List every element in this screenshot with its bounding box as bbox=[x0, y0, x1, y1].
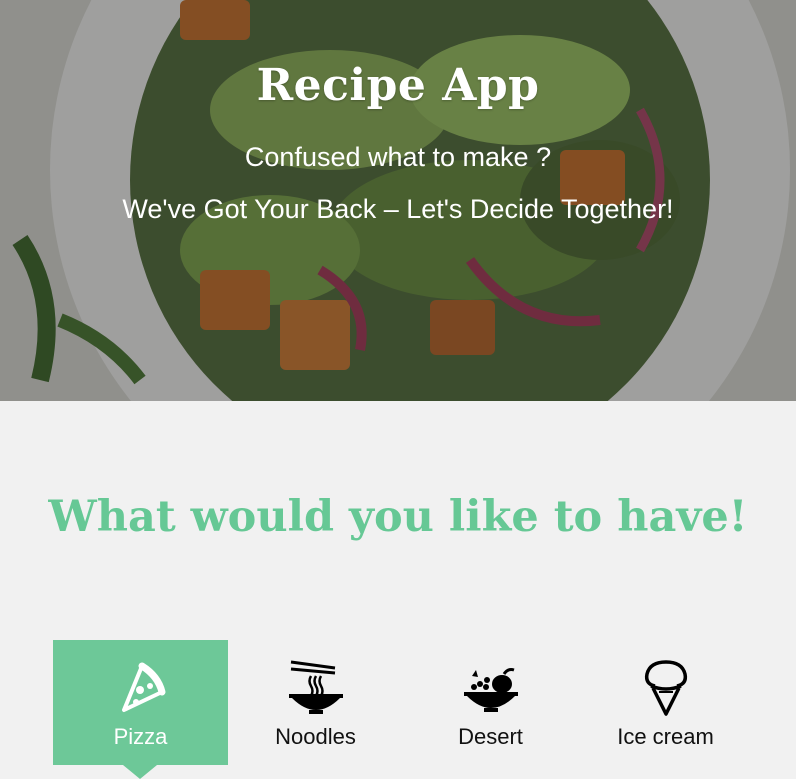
app-title: Recipe App bbox=[256, 60, 540, 111]
pizza-slice-icon bbox=[121, 662, 165, 712]
category-selector: Pizza Noodles Desert Ice cream bbox=[53, 640, 753, 779]
category-label: Desert bbox=[458, 724, 523, 749]
fruit-bowl-icon bbox=[463, 668, 518, 712]
category-pizza[interactable]: Pizza bbox=[53, 640, 228, 779]
category-ice-cream[interactable]: Ice cream bbox=[578, 640, 753, 765]
noodle-bowl-icon bbox=[288, 660, 343, 714]
hero-banner: Recipe App Confused what to make ? We've… bbox=[0, 0, 796, 401]
ice-cream-cone-icon bbox=[644, 660, 687, 716]
section-heading: What would you like to have! bbox=[48, 492, 748, 542]
category-label: Ice cream bbox=[617, 724, 714, 749]
category-label: Pizza bbox=[113, 724, 168, 749]
category-desert[interactable]: Desert bbox=[403, 640, 578, 765]
hero-subtitle: Confused what to make ? bbox=[244, 142, 552, 172]
hero-tagline: We've Got Your Back – Let's Decide Toget… bbox=[122, 194, 674, 224]
category-label: Noodles bbox=[275, 724, 356, 749]
category-noodles[interactable]: Noodles bbox=[228, 640, 403, 765]
